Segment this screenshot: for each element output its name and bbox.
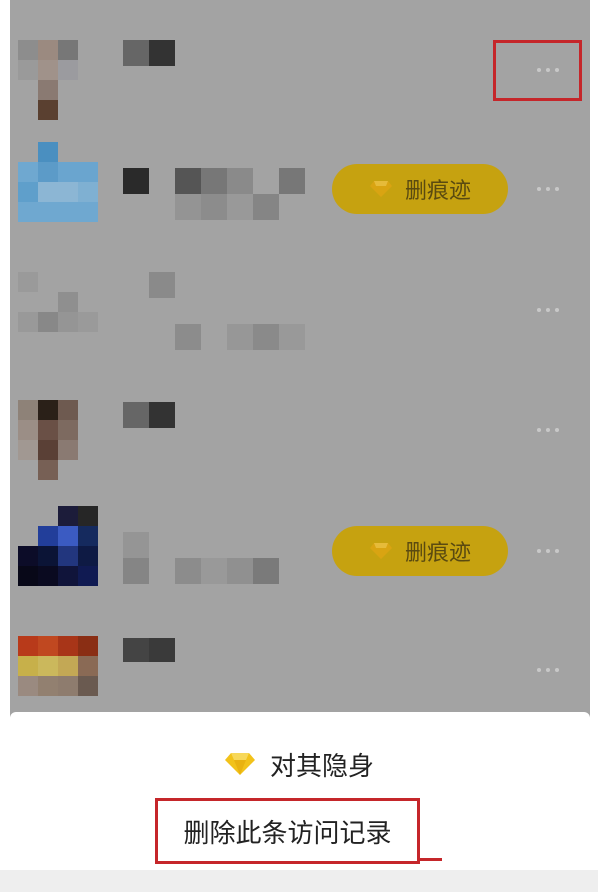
subtitle-blurred bbox=[253, 324, 279, 350]
avatar[interactable] bbox=[18, 40, 98, 120]
avatar[interactable] bbox=[18, 506, 98, 586]
visitor-list: 删痕迹 删痕迹 bbox=[10, 0, 590, 718]
avatar[interactable] bbox=[18, 272, 98, 352]
avatar[interactable] bbox=[18, 400, 98, 480]
subtitle-blurred bbox=[123, 558, 149, 584]
delete-trace-button[interactable]: 删痕迹 bbox=[332, 164, 508, 214]
diamond-icon bbox=[224, 753, 255, 775]
username-blurred bbox=[175, 168, 201, 194]
subtitle-blurred bbox=[201, 558, 227, 584]
delete-trace-label: 删痕迹 bbox=[404, 541, 471, 566]
subtitle-blurred bbox=[227, 324, 253, 350]
more-horizontal-icon[interactable] bbox=[528, 58, 568, 82]
username-blurred bbox=[149, 402, 175, 428]
more-horizontal-icon[interactable] bbox=[528, 298, 568, 322]
avatar[interactable] bbox=[18, 636, 98, 716]
username-blurred bbox=[149, 638, 175, 662]
username-blurred bbox=[279, 168, 305, 194]
hide-option-label: 对其隐身 bbox=[269, 751, 374, 782]
subtitle-blurred bbox=[175, 324, 201, 350]
username-blurred bbox=[123, 168, 149, 194]
subtitle-blurred bbox=[227, 194, 253, 220]
username-blurred bbox=[149, 40, 175, 66]
avatar[interactable] bbox=[18, 142, 98, 222]
delete-trace-label: 删痕迹 bbox=[404, 179, 471, 204]
list-item[interactable] bbox=[10, 400, 590, 520]
list-item[interactable]: 删痕迹 bbox=[10, 142, 590, 262]
subtitle-blurred bbox=[279, 324, 305, 350]
annotation-mark bbox=[418, 858, 442, 861]
more-horizontal-icon[interactable] bbox=[528, 418, 568, 442]
subtitle-blurred bbox=[175, 194, 201, 220]
username-blurred bbox=[123, 638, 149, 662]
delete-record-option[interactable]: 删除此条访问记录 bbox=[155, 798, 420, 864]
more-horizontal-icon[interactable] bbox=[528, 539, 568, 563]
list-item[interactable] bbox=[10, 272, 590, 392]
subtitle-blurred bbox=[253, 194, 279, 220]
subtitle-blurred bbox=[201, 194, 227, 220]
bottom-strip bbox=[0, 870, 598, 892]
delete-record-label: 删除此条访问记录 bbox=[183, 818, 392, 849]
subtitle-blurred bbox=[253, 558, 279, 584]
username-blurred bbox=[123, 532, 149, 558]
more-horizontal-icon[interactable] bbox=[528, 658, 568, 682]
username-blurred bbox=[227, 168, 253, 194]
subtitle-blurred bbox=[175, 558, 201, 584]
hide-from-user-option[interactable]: 对其隐身 bbox=[0, 742, 598, 786]
list-item[interactable] bbox=[10, 636, 590, 718]
username-blurred bbox=[149, 272, 175, 298]
username-blurred bbox=[201, 168, 227, 194]
username-blurred bbox=[123, 40, 149, 66]
subtitle-blurred bbox=[227, 558, 253, 584]
diamond-icon bbox=[369, 543, 392, 559]
more-horizontal-icon[interactable] bbox=[528, 177, 568, 201]
diamond-icon bbox=[369, 181, 392, 197]
username-blurred bbox=[123, 402, 149, 428]
action-sheet: 对其隐身 删除此条访问记录 bbox=[0, 718, 598, 892]
delete-trace-button[interactable]: 删痕迹 bbox=[332, 526, 508, 576]
list-item[interactable]: 删痕迹 bbox=[10, 506, 590, 626]
